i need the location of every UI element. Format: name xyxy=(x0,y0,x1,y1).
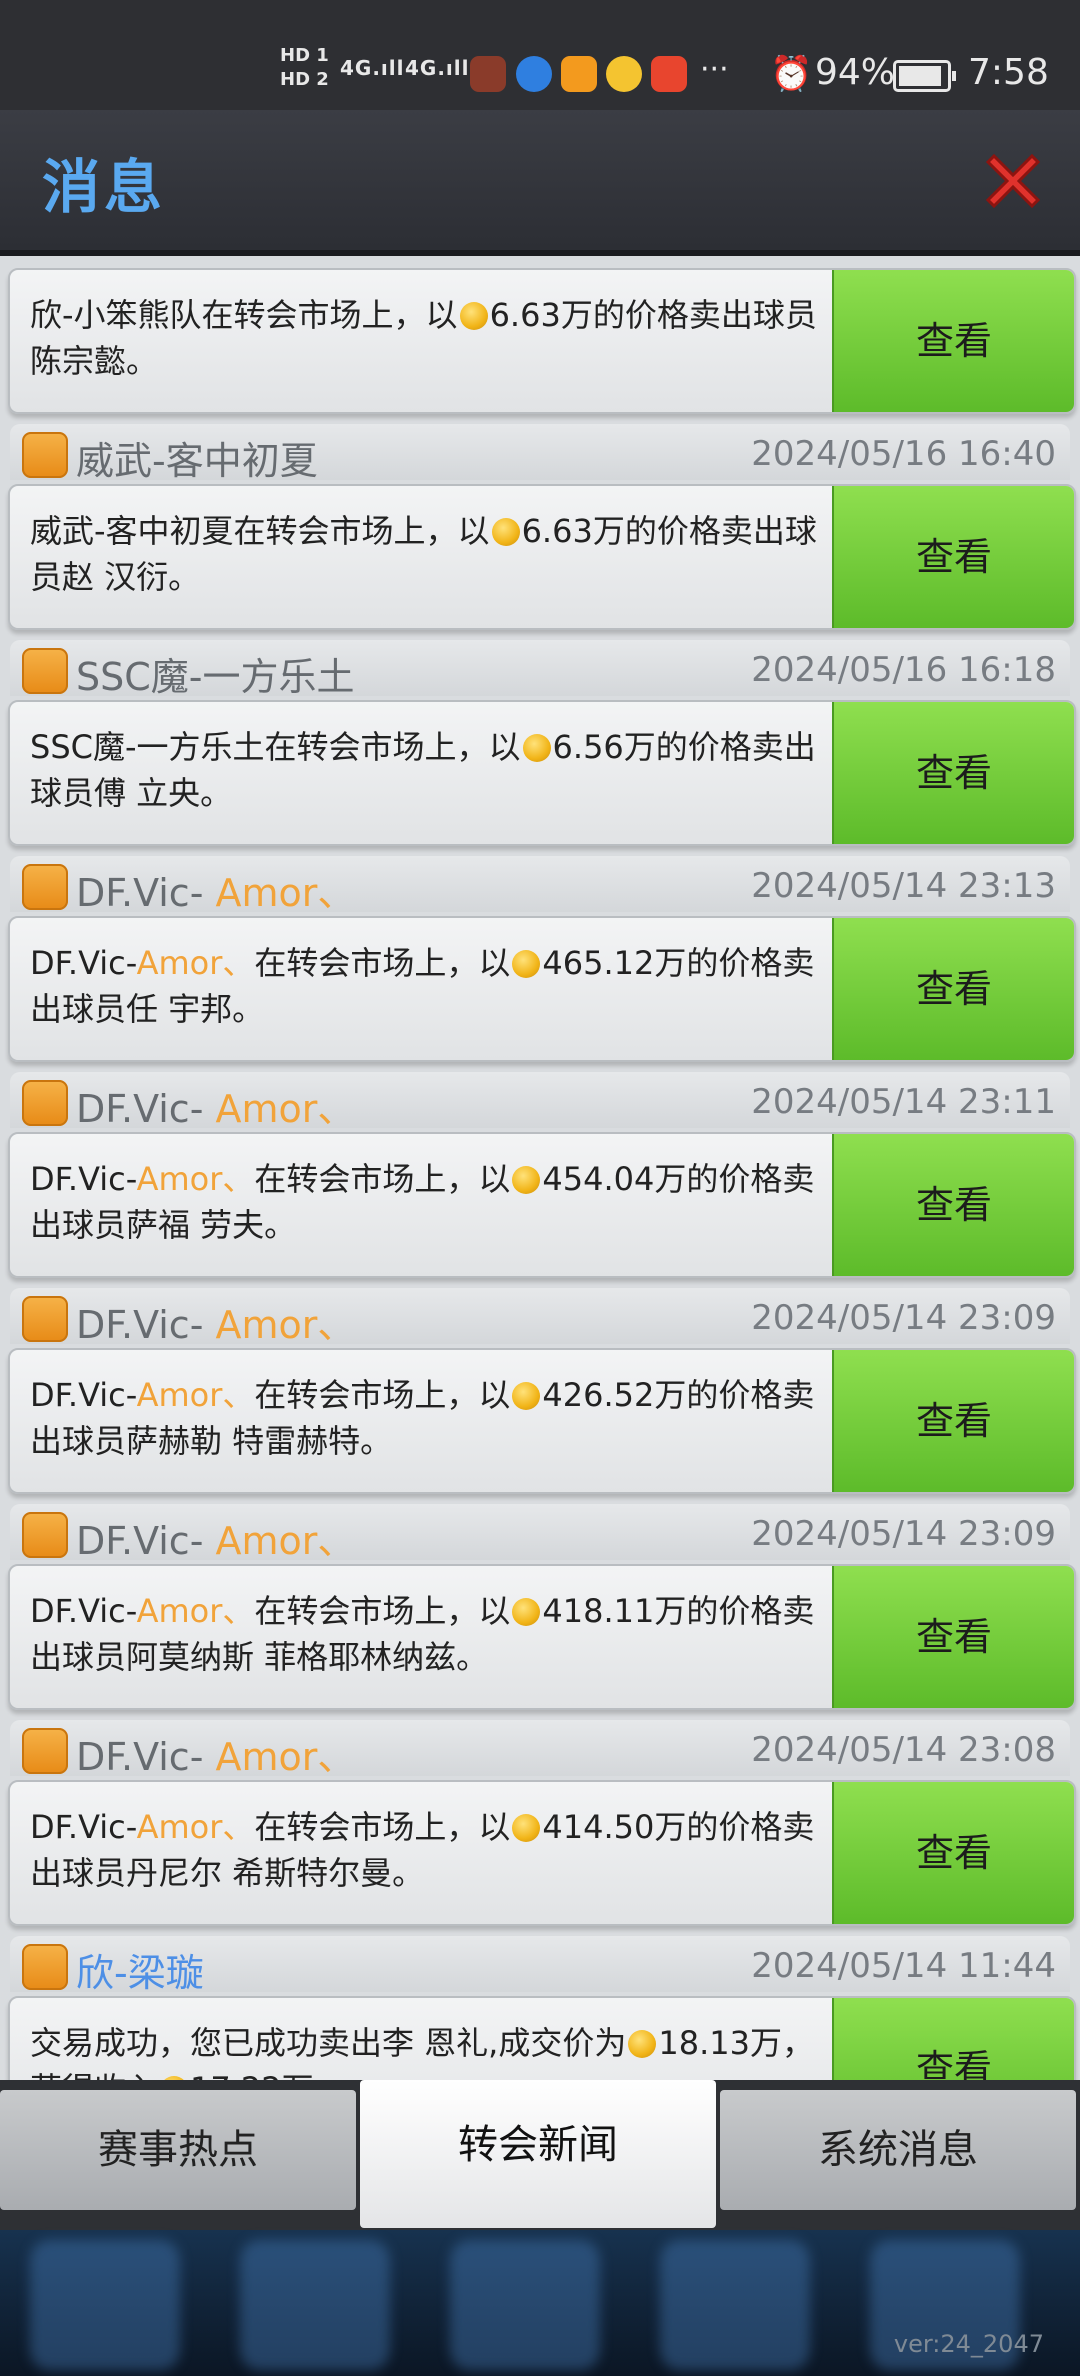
message-text: DF.Vic-Amor、在转会市场上，以 465.12万的价格卖出球员任 宇邦。 xyxy=(30,944,815,1028)
coin-icon xyxy=(491,518,520,546)
hd1-label: HD 1 xyxy=(280,45,329,66)
sender-name: DF.Vic- Amor、 xyxy=(76,1303,356,1347)
signal-icon: 4G.ıll xyxy=(340,56,405,80)
coin-icon xyxy=(512,1814,541,1842)
message-header: DF.Vic- Amor、 2024/05/14 23:09 xyxy=(10,1504,1070,1563)
transfer-icon xyxy=(22,1296,68,1342)
message-card: 威武-客中初夏在转会市场上，以 6.63万的价格卖出球员赵 汉衍。 查看 xyxy=(8,484,1076,630)
transfer-icon xyxy=(22,864,68,910)
tab-bar: 赛事热点 转会新闻 系统消息 xyxy=(0,2080,1080,2230)
message-header: SSC魔-一方乐土 2024/05/16 16:18 xyxy=(10,640,1070,699)
close-icon xyxy=(985,153,1041,209)
transfer-icon xyxy=(22,432,68,478)
hd-indicator: HD 1 HD 2 xyxy=(280,44,329,92)
message-header: DF.Vic- Amor、 2024/05/14 23:13 xyxy=(10,856,1070,915)
coin-icon xyxy=(512,950,541,978)
transfer-icon xyxy=(22,1080,68,1126)
sender-name: 欣-梁璇 xyxy=(76,1951,204,1995)
battery-icon xyxy=(893,60,956,92)
message-card: DF.Vic-Amor、在转会市场上，以 426.52万的价格卖出球员萨赫勒 特雷… xyxy=(8,1348,1076,1494)
transfer-icon xyxy=(22,648,68,694)
message-card: DF.Vic-Amor、在转会市场上，以 414.50万的价格卖出球员丹尼尔 希斯… xyxy=(8,1780,1076,1926)
view-button[interactable]: 查看 xyxy=(832,1566,1074,1708)
message-header: DF.Vic- Amor、 2024/05/14 23:08 xyxy=(10,1720,1070,1779)
message-text: 威武-客中初夏在转会市场上，以 6.63万的价格卖出球员赵 汉衍。 xyxy=(30,512,817,596)
message-text: DF.Vic-Amor、在转会市场上，以 418.11万的价格卖出球员阿莫纳斯 菲… xyxy=(30,1592,815,1676)
battery-percent: 94% xyxy=(815,52,896,93)
message-date: 2024/05/16 16:40 xyxy=(751,434,1056,474)
sender-name: 威武-客中初夏 xyxy=(76,439,318,483)
message-text: 欣-小笨熊队在转会市场上，以 6.63万的价格卖出球员陈宗懿。 xyxy=(30,296,817,380)
message-date: 2024/05/14 23:08 xyxy=(751,1730,1056,1770)
tab-transfer-news[interactable]: 转会新闻 xyxy=(360,2080,716,2228)
message-card: DF.Vic-Amor、在转会市场上，以 465.12万的价格卖出球员任 宇邦。 … xyxy=(8,916,1076,1062)
tab-system-messages[interactable]: 系统消息 xyxy=(720,2090,1076,2210)
status-bar: HD 1 HD 2 4G.ıll 4G.ıll ··· ⏰ 94% 7:58 xyxy=(0,0,1080,110)
sender-name: DF.Vic- Amor、 xyxy=(76,1087,356,1131)
message-date: 2024/05/16 16:18 xyxy=(751,650,1056,690)
transfer-icon xyxy=(22,1944,68,1990)
view-button[interactable]: 查看 xyxy=(832,486,1074,628)
version-label: ver:24_2047 xyxy=(893,2330,1044,2358)
sender-name: DF.Vic- Amor、 xyxy=(76,871,356,915)
message-header: DF.Vic- Amor、 2024/05/14 23:09 xyxy=(10,1288,1070,1347)
coin-icon xyxy=(459,302,488,330)
view-button[interactable]: 查看 xyxy=(832,1782,1074,1924)
coin-icon xyxy=(628,2030,657,2058)
coin-icon xyxy=(512,1382,541,1410)
game-app-icon xyxy=(470,56,506,92)
sender-name: DF.Vic- Amor、 xyxy=(76,1735,356,1779)
game-bottom-nav: ver:24_2047 xyxy=(0,2230,1080,2376)
coin-icon xyxy=(512,1166,541,1194)
message-card: 交易成功，您已成功卖出李 恩礼,成交价为18.13万，获得收入17.22万 查看 xyxy=(8,1996,1076,2080)
transfer-icon xyxy=(22,1512,68,1558)
message-card: SSC魔-一方乐土在转会市场上，以 6.56万的价格卖出球员傅 立央。 查看 xyxy=(8,700,1076,846)
clock: 7:58 xyxy=(968,52,1049,93)
message-header: DF.Vic- Amor、 2024/05/14 23:11 xyxy=(10,1072,1070,1131)
view-button[interactable]: 查看 xyxy=(832,1350,1074,1492)
message-text: DF.Vic-Amor、在转会市场上，以 426.52万的价格卖出球员萨赫勒 特雷… xyxy=(30,1376,815,1460)
sender-name: SSC魔-一方乐土 xyxy=(76,655,355,699)
coin-icon xyxy=(512,1598,541,1626)
close-button[interactable] xyxy=(980,148,1046,214)
signal-icon-2: 4G.ıll xyxy=(405,56,470,80)
video-app-icon xyxy=(561,56,597,92)
sender-name: DF.Vic- Amor、 xyxy=(76,1519,356,1563)
message-text: DF.Vic-Amor、在转会市场上，以 454.04万的价格卖出球员萨福 劳夫。 xyxy=(30,1160,815,1244)
message-date: 2024/05/14 23:11 xyxy=(751,1082,1056,1122)
message-text: SSC魔-一方乐土在转会市场上，以 6.56万的价格卖出球员傅 立央。 xyxy=(30,728,816,812)
nav-icon-blurred xyxy=(660,2240,810,2370)
coin-icon xyxy=(522,734,551,762)
message-header: 欣-梁璇 2024/05/14 11:44 xyxy=(10,1936,1070,1995)
page-title: 消息 xyxy=(42,153,167,221)
alarm-icon: ⏰ xyxy=(770,54,813,94)
message-date: 2024/05/14 11:44 xyxy=(751,1946,1056,1986)
hd2-label: HD 2 xyxy=(280,69,329,90)
view-button[interactable]: 查看 xyxy=(832,702,1074,844)
nav-icon-blurred xyxy=(30,2240,180,2370)
weibo-app-icon xyxy=(606,56,642,92)
message-text: DF.Vic-Amor、在转会市场上，以 414.50万的价格卖出球员丹尼尔 希斯… xyxy=(30,1808,815,1892)
message-date: 2024/05/14 23:09 xyxy=(751,1298,1056,1338)
taobao-app-icon xyxy=(651,56,687,92)
view-button[interactable]: 查看 xyxy=(832,270,1074,412)
nav-icon-blurred xyxy=(450,2240,600,2370)
nav-icon-blurred xyxy=(240,2240,390,2370)
view-button[interactable]: 查看 xyxy=(832,1134,1074,1276)
message-header: 威武-客中初夏 2024/05/16 16:40 xyxy=(10,424,1070,483)
browser-app-icon xyxy=(516,56,552,92)
transfer-icon xyxy=(22,1728,68,1774)
view-button[interactable]: 查看 xyxy=(832,1998,1074,2080)
message-card: DF.Vic-Amor、在转会市场上，以 418.11万的价格卖出球员阿莫纳斯 菲… xyxy=(8,1564,1076,1710)
message-card: DF.Vic-Amor、在转会市场上，以 454.04万的价格卖出球员萨福 劳夫。… xyxy=(8,1132,1076,1278)
message-date: 2024/05/14 23:13 xyxy=(751,866,1056,906)
message-card: 欣-小笨熊队在转会市场上，以 6.63万的价格卖出球员陈宗懿。 查看 xyxy=(8,268,1076,414)
message-list[interactable]: 欣-小笨熊队在转会市场上，以 6.63万的价格卖出球员陈宗懿。 查看 威武-客中初… xyxy=(0,256,1080,2080)
view-button[interactable]: 查看 xyxy=(832,918,1074,1060)
message-date: 2024/05/14 23:09 xyxy=(751,1514,1056,1554)
message-text: 交易成功，您已成功卖出李 恩礼,成交价为18.13万，获得收入17.22万 xyxy=(30,2020,830,2080)
more-notifications-icon: ··· xyxy=(700,52,729,87)
tab-match-hot[interactable]: 赛事热点 xyxy=(0,2090,356,2210)
header: 消息 xyxy=(0,110,1080,256)
